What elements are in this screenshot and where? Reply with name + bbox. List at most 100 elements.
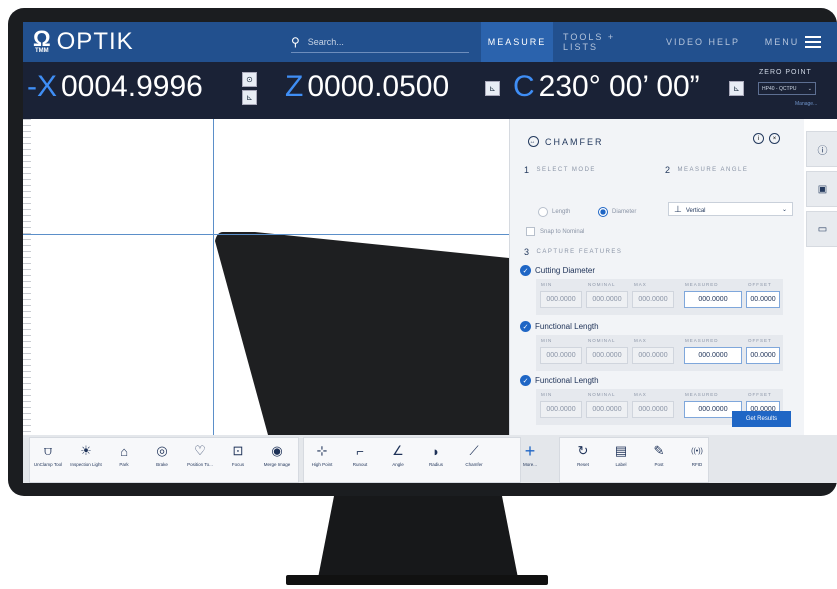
measure-angle-select[interactable]: ⊥ Vertical ⌄ (668, 202, 793, 216)
measured-field[interactable]: 000.0000 (684, 347, 742, 364)
tool-button-radius[interactable]: ◗ Radius (419, 440, 453, 468)
plus-icon: + (524, 440, 536, 461)
radio-diameter[interactable]: Diameter (598, 207, 636, 217)
chamfer-icon: ⟋ (469, 443, 479, 458)
tool-button-angle[interactable]: ∠ Angle (381, 440, 415, 468)
reset-icon: ↻ (577, 443, 589, 458)
feature-row: ✓ Functional Length MIN NOMINAL MAX MEAS… (520, 321, 795, 371)
tool-button-more[interactable]: + More... (513, 440, 547, 468)
tool-label: Merge Image (263, 462, 291, 467)
offset-field[interactable]: 00.0000 (746, 291, 780, 308)
check-icon: ✓ (520, 375, 531, 386)
offset-label: OFFSET (748, 282, 772, 287)
crosshair-vertical (213, 119, 214, 435)
tab-video-help-label: VIDEO HELP (665, 37, 741, 47)
min-label: MIN (541, 338, 553, 343)
feature-title: ✓ Cutting Diameter (520, 265, 795, 276)
step-label: SELECT MODE (536, 167, 596, 173)
tab-measure-label: MEASURE (487, 37, 547, 47)
nominal-label: NOMINAL (588, 282, 616, 287)
search-placeholder: Search... (307, 37, 344, 47)
tool-button-runout[interactable]: ⌐ Runout (343, 440, 377, 468)
snap-to-nominal-checkbox[interactable]: Snap to Nominal (526, 227, 584, 236)
step-select-mode: 1 SELECT MODE (524, 165, 596, 175)
app-screen: Ω TMM OPTIK ⚲ Search... MEASURE TOOLS + … (23, 22, 837, 483)
c-axis-readout: C 230° 00’ 00” (513, 70, 700, 104)
offset-field[interactable]: 00.0000 (746, 347, 780, 364)
vertical-ruler (23, 119, 31, 435)
tool-button-focus[interactable]: ⊡ Focus (221, 440, 255, 468)
tool-button-reset[interactable]: ↻ Reset (566, 440, 600, 468)
nominal-label: NOMINAL (588, 338, 616, 343)
manage-link[interactable]: Manage... (795, 101, 817, 107)
dro-bar: -X 0004.9996 ⊙ ⊾ Z 0000.0500 ⊾ C 230° 00… (23, 62, 837, 119)
z-datum-icon[interactable]: ⊾ (485, 81, 500, 96)
tool-button-park[interactable]: ⌂ Park (107, 440, 141, 468)
tab-video-help[interactable]: VIDEO HELP (663, 22, 743, 62)
nominal-field[interactable]: 000.0000 (586, 401, 628, 418)
tool-button-rfid[interactable]: ((•)) RFID (680, 440, 714, 468)
crosshair-horizontal (23, 234, 509, 235)
feature-title: ✓ Functional Length (520, 375, 795, 386)
step-measure-angle: 2 MEASURE ANGLE (665, 165, 748, 175)
tool-button-label[interactable]: ▤ Label (604, 440, 638, 468)
angle-value-text: Vertical (685, 207, 706, 214)
tool-button-brake[interactable]: ◎ Brake (145, 440, 179, 468)
x-datum-icon[interactable]: ⊾ (242, 90, 257, 105)
nominal-field[interactable]: 000.0000 (586, 347, 628, 364)
zero-point-select[interactable]: HP40 - QCTPU ⌄ (758, 82, 816, 95)
get-results-button[interactable]: Get Results (732, 411, 791, 427)
menu-button[interactable]: MENU (753, 22, 833, 62)
tool-label: Reset (577, 462, 589, 467)
tool-button-position-to[interactable]: ♡ Position To... (183, 440, 217, 468)
bottom-toolbar: ⩌ UnClamp Tool ☀ Inspection Light ⌂ Park ◎ Brak… (23, 435, 837, 483)
image-tab-icon[interactable]: ▣ (806, 171, 837, 207)
vertical-icon: ⊥ (674, 203, 682, 214)
tool-button-high-point[interactable]: ⊹ High Point (305, 440, 339, 468)
merge-icon: ◉ (271, 443, 283, 458)
max-field[interactable]: 000.0000 (632, 401, 674, 418)
check-icon: ✓ (520, 265, 531, 276)
measured-field[interactable]: 000.0000 (684, 291, 742, 308)
min-field[interactable]: 000.0000 (540, 401, 582, 418)
max-field[interactable]: 000.0000 (632, 291, 674, 308)
unclamp-icon: ⩌ (43, 443, 53, 458)
close-icon[interactable]: × (769, 133, 780, 144)
max-field[interactable]: 000.0000 (632, 347, 674, 364)
high-point-icon: ⊹ (316, 443, 328, 458)
x-zero-icon[interactable]: ⊙ (242, 72, 257, 87)
tab-measure[interactable]: MEASURE (481, 22, 553, 62)
tool-label: UnClamp Tool (33, 462, 63, 467)
c-datum-icon[interactable]: ⊾ (729, 81, 744, 96)
runout-icon: ⌐ (356, 443, 364, 459)
tool-button-unclamp-tool[interactable]: ⩌ UnClamp Tool (31, 440, 65, 468)
panel-tab-icon[interactable]: ▭ (806, 211, 837, 247)
search-icon: ⚲ (291, 35, 300, 49)
omega-logo-icon: Ω TMM (33, 28, 51, 55)
search-input[interactable]: ⚲ Search... (291, 32, 469, 53)
tool-button-chamfer[interactable]: ⟋ Chamfer (457, 440, 491, 468)
min-field[interactable]: 000.0000 (540, 291, 582, 308)
min-field[interactable]: 000.0000 (540, 347, 582, 364)
x-axis-tools: ⊙ ⊾ (242, 72, 257, 105)
feature-row: ✓ Cutting Diameter MIN NOMINAL MAX MEASU… (520, 265, 795, 315)
info-tab-icon[interactable]: ⓘ (806, 131, 837, 167)
z-axis-tools: ⊾ (485, 81, 500, 96)
tool-label: More... (522, 462, 537, 467)
tool-button-post[interactable]: ✎ Post (642, 440, 676, 468)
camera-view[interactable] (23, 119, 509, 435)
tool-label: High Point (311, 462, 333, 467)
tool-button-merge-image[interactable]: ◉ Merge Image (260, 440, 294, 468)
x-axis-value: 0004.9996 (61, 70, 203, 103)
hamburger-icon (805, 33, 822, 51)
checkbox-box (526, 227, 535, 236)
info-icon[interactable]: i (753, 133, 764, 144)
radio-circle (538, 207, 548, 217)
tool-button-inspection-light[interactable]: ☀ Inspection Light (69, 440, 103, 468)
radius-icon: ◗ (432, 443, 440, 459)
feature-fields: MIN NOMINAL MAX MEASURED OFFSET 000.0000… (536, 335, 783, 371)
nominal-field[interactable]: 000.0000 (586, 291, 628, 308)
chevron-down-icon: ⌄ (807, 85, 812, 92)
radio-length[interactable]: Length (538, 207, 570, 217)
tab-tools-lists[interactable]: TOOLS + LISTS (563, 22, 653, 62)
